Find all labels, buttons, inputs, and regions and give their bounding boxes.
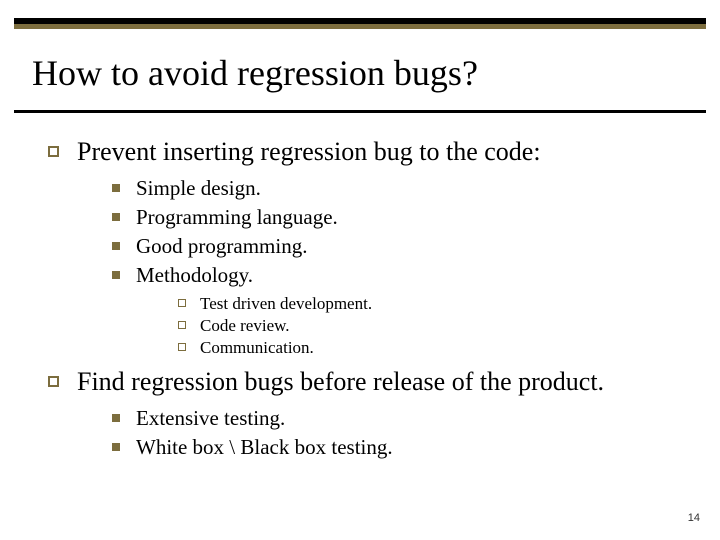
level2-text: Programming language. <box>136 204 338 230</box>
square-bullet-icon <box>112 414 120 422</box>
level2-text: Good programming. <box>136 233 307 259</box>
accent-bar <box>14 24 706 29</box>
level3-item: Test driven development. <box>178 293 680 314</box>
level2-text: Extensive testing. <box>136 405 285 431</box>
square-bullet-icon <box>112 242 120 250</box>
hollow-square-bullet-icon <box>48 146 59 157</box>
slide: How to avoid regression bugs? Prevent in… <box>0 0 720 540</box>
level3-list: Test driven development. Code review. Co… <box>178 293 680 359</box>
level2-text: Methodology. <box>136 262 253 288</box>
level2-item: Methodology. <box>112 262 680 288</box>
hollow-square-bullet-icon <box>178 299 186 307</box>
level2-item: Extensive testing. <box>112 405 680 431</box>
level2-list: Extensive testing. White box \ Black box… <box>112 405 680 461</box>
hollow-square-bullet-icon <box>48 376 59 387</box>
level2-item: Good programming. <box>112 233 680 259</box>
section: Prevent inserting regression bug to the … <box>48 136 680 358</box>
level3-item: Code review. <box>178 315 680 336</box>
level2-item: Simple design. <box>112 175 680 201</box>
level2-text: White box \ Black box testing. <box>136 434 393 460</box>
slide-title: How to avoid regression bugs? <box>32 54 478 94</box>
section: Find regression bugs before release of t… <box>48 366 680 460</box>
level2-item: Programming language. <box>112 204 680 230</box>
level2-list: Simple design. Programming language. Goo… <box>112 175 680 289</box>
title-underline <box>14 110 706 113</box>
level3-item: Communication. <box>178 337 680 358</box>
square-bullet-icon <box>112 271 120 279</box>
level1-item: Find regression bugs before release of t… <box>48 366 680 399</box>
content-area: Prevent inserting regression bug to the … <box>48 130 680 464</box>
level1-text: Prevent inserting regression bug to the … <box>77 136 541 169</box>
hollow-square-bullet-icon <box>178 321 186 329</box>
hollow-square-bullet-icon <box>178 343 186 351</box>
level2-item: White box \ Black box testing. <box>112 434 680 460</box>
square-bullet-icon <box>112 184 120 192</box>
level2-text: Simple design. <box>136 175 261 201</box>
level3-text: Communication. <box>200 337 314 358</box>
level3-text: Test driven development. <box>200 293 372 314</box>
level1-text: Find regression bugs before release of t… <box>77 366 604 399</box>
square-bullet-icon <box>112 213 120 221</box>
level1-item: Prevent inserting regression bug to the … <box>48 136 680 169</box>
level3-text: Code review. <box>200 315 290 336</box>
square-bullet-icon <box>112 443 120 451</box>
page-number: 14 <box>688 512 700 524</box>
